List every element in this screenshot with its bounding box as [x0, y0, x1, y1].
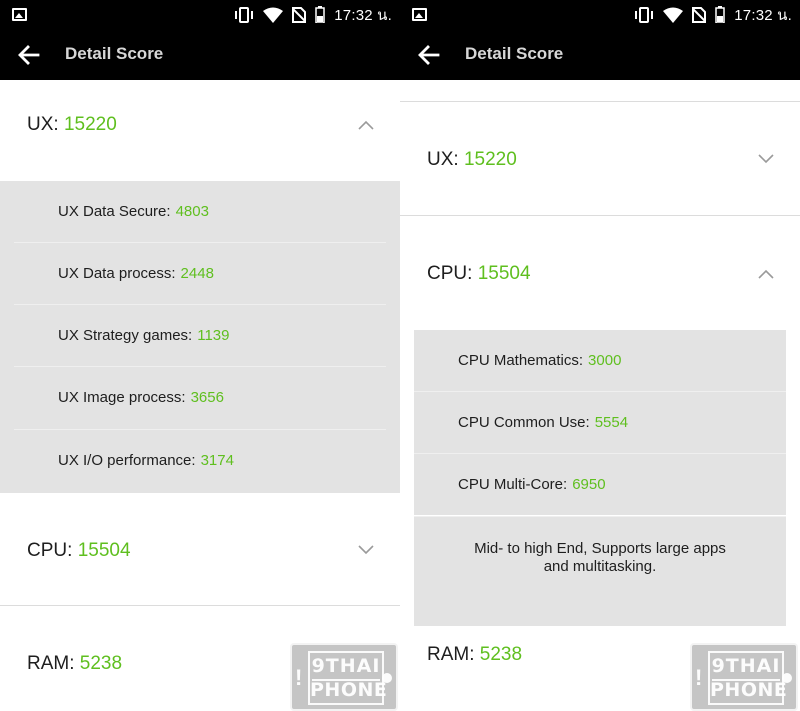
cpu-description-line1: Mid- to high End, Supports large apps — [474, 540, 726, 557]
item-score: 3656 — [190, 389, 224, 406]
ram-score: 5238 — [479, 644, 523, 665]
wifi-icon — [263, 7, 284, 23]
watermark-line2: PHONE — [310, 679, 388, 701]
ux-score: 15220 — [63, 114, 117, 135]
item-label: UX Data process: — [58, 265, 176, 282]
cpu-score: 15504 — [477, 263, 531, 284]
item-label: CPU Common Use: — [458, 414, 590, 431]
ram-label-text: RAM: — [427, 644, 475, 665]
ux-label-text: UX: — [427, 149, 459, 170]
watermark-dot-icon — [382, 673, 392, 683]
no-sim-icon — [692, 6, 707, 23]
chevron-up-icon[interactable] — [758, 269, 774, 279]
cpu-description: Mid- to high End, Supports large apps an… — [414, 517, 786, 626]
cpu-score: 15504 — [77, 540, 131, 561]
list-item[interactable]: UX Data process: 2448 — [14, 243, 386, 304]
wifi-icon — [663, 7, 684, 23]
item-score: 3000 — [588, 352, 622, 369]
list-item[interactable]: UX Image process: 3656 — [14, 367, 386, 428]
app-bar: Detail Score — [0, 29, 400, 80]
chevron-down-icon[interactable] — [358, 545, 374, 555]
status-time: 17:32 น. — [334, 6, 392, 24]
ram-score: 5238 — [79, 653, 123, 674]
divider — [14, 366, 386, 367]
image-notification-icon — [12, 8, 27, 21]
list-item[interactable]: CPU Common Use: 5554 — [414, 392, 786, 453]
watermark-exclaim-icon: ! — [695, 665, 703, 690]
watermark-line1: 9THAI — [711, 655, 781, 677]
item-score: 4803 — [175, 203, 209, 220]
status-time: 17:32 น. — [734, 6, 792, 24]
status-bar: 17:32 น. — [400, 0, 800, 29]
list-item[interactable]: UX Data Secure: 4803 — [14, 181, 386, 242]
item-score: 5554 — [594, 414, 629, 431]
watermark-logo: 9THAI PHONE ! — [290, 643, 398, 711]
item-score: 2448 — [180, 265, 214, 282]
battery-icon — [715, 6, 726, 23]
divider — [414, 453, 786, 454]
app-bar: Detail Score — [400, 29, 800, 80]
page-title: Detail Score — [465, 44, 564, 63]
watermark-logo: 9THAI PHONE ! — [690, 643, 798, 711]
item-label: UX I/O performance: — [58, 452, 196, 469]
back-arrow-icon[interactable] — [16, 42, 42, 68]
ux-items-list: UX Data Secure: 4803 UX Data process: 2448… — [0, 181, 400, 493]
no-sim-icon — [292, 6, 307, 23]
watermark-line2: PHONE — [710, 679, 788, 701]
ram-label: RAM: 5238 — [427, 644, 522, 666]
divider — [414, 516, 786, 517]
ux-section-header[interactable]: UX: 15220 — [400, 80, 800, 216]
watermark-dot-icon — [782, 673, 792, 683]
item-label: UX Strategy games: — [58, 327, 193, 344]
list-item[interactable]: UX I/O performance: 3174 — [14, 430, 386, 491]
battery-icon — [315, 6, 326, 23]
item-label: UX Image process: — [58, 389, 186, 406]
divider — [14, 429, 386, 430]
watermark-exclaim-icon: ! — [295, 665, 303, 690]
back-arrow-icon[interactable] — [416, 42, 442, 68]
item-score: 6950 — [572, 476, 606, 493]
watermark-line1: 9THAI — [311, 655, 381, 677]
divider — [14, 304, 386, 305]
divider — [414, 391, 786, 392]
divider — [14, 242, 386, 243]
cpu-label-text: CPU: — [27, 540, 73, 561]
vibrate-icon — [635, 6, 654, 23]
ram-label-text: RAM: — [27, 653, 75, 674]
vibrate-icon — [235, 6, 254, 23]
cpu-items-list: CPU Mathematics: 3000 CPU Common Use: 5554… — [400, 330, 800, 626]
ux-label: UX: 15220 — [27, 114, 117, 136]
item-score: 1139 — [197, 327, 230, 344]
chevron-down-icon[interactable] — [758, 154, 774, 164]
item-label: UX Data Secure: — [58, 203, 171, 220]
cpu-label: CPU: 15504 — [27, 540, 131, 562]
item-label: CPU Mathematics: — [458, 352, 584, 369]
list-item[interactable]: UX Strategy games: 1139 — [14, 305, 386, 366]
cpu-section-header[interactable]: CPU: 15504 — [0, 493, 400, 606]
left-screenshot: 17:32 น. Detail Score UX: 15220 UX Data … — [0, 0, 400, 711]
chevron-up-icon[interactable] — [358, 120, 374, 130]
item-score: 3174 — [200, 452, 234, 469]
ux-score: 15220 — [463, 149, 517, 170]
list-item[interactable]: CPU Mathematics: 3000 — [414, 330, 786, 391]
page-title: Detail Score — [65, 44, 164, 63]
cpu-label: CPU: 15504 — [427, 263, 531, 285]
ram-label: RAM: 5238 — [27, 653, 122, 675]
cpu-description-line2: and multitasking. — [543, 558, 657, 575]
right-screenshot: 17:32 น. Detail Score UX: 15220 CPU: 155… — [400, 0, 800, 711]
ux-label: UX: 15220 — [427, 149, 517, 171]
status-bar: 17:32 น. — [0, 0, 400, 29]
cpu-label-text: CPU: — [427, 263, 473, 284]
item-label: CPU Multi-Core: — [458, 476, 568, 493]
list-item[interactable]: CPU Multi-Core: 6950 — [414, 454, 786, 515]
ux-label-text: UX: — [27, 114, 59, 135]
ux-section-header[interactable]: UX: 15220 — [0, 80, 400, 181]
image-notification-icon — [412, 8, 427, 21]
cpu-section-header[interactable]: CPU: 15504 — [400, 216, 800, 330]
